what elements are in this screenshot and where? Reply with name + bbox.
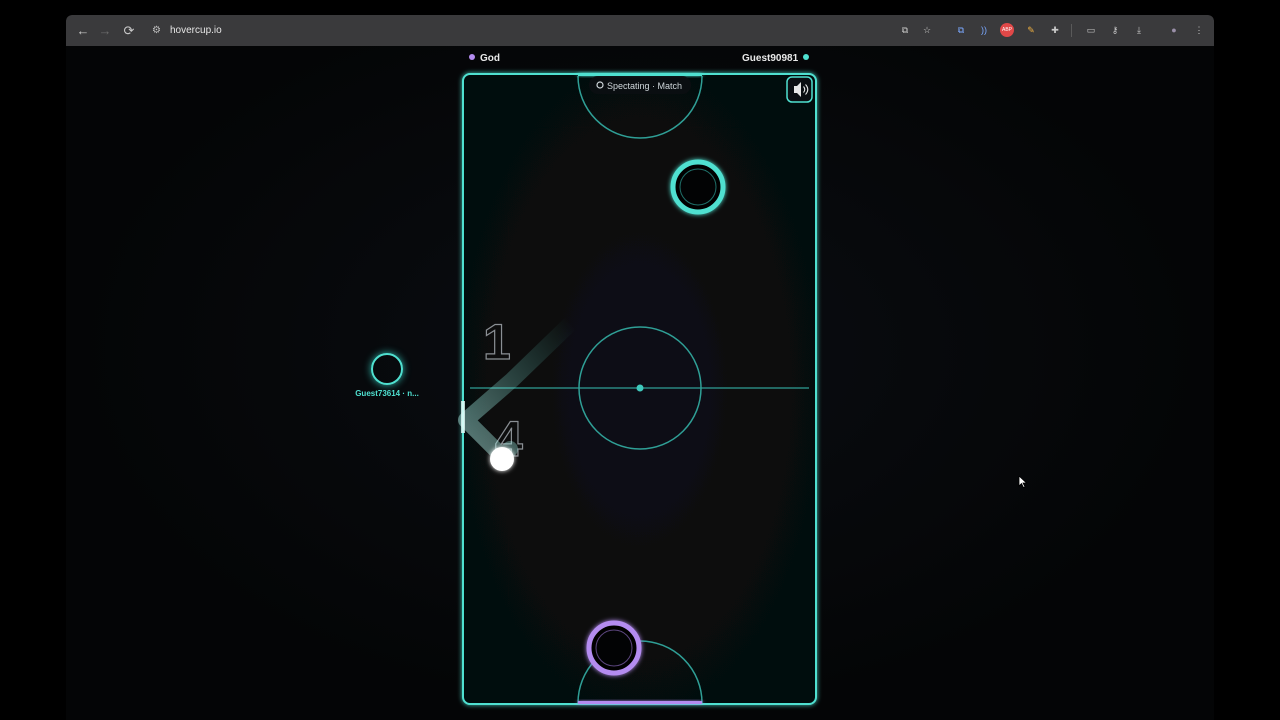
profile-avatar-icon[interactable]: ● bbox=[1167, 23, 1181, 37]
url-text: hovercup.io bbox=[170, 25, 222, 36]
download-icon[interactable]: ⤓ bbox=[1132, 23, 1146, 37]
install-app-icon[interactable]: ⧉ bbox=[898, 23, 912, 37]
top-goal bbox=[578, 73, 702, 76]
abp-extension-icon[interactable]: ABP bbox=[1000, 23, 1014, 37]
score-top-text: 1 bbox=[483, 314, 511, 370]
toolbar-divider bbox=[1071, 24, 1072, 37]
game-page: God Guest90981 Guest73614 · n... 1 4 Spe… bbox=[66, 46, 1214, 720]
spectating-label: Spectating · Match bbox=[607, 81, 682, 91]
address-bar[interactable]: ⚙ hovercup.io bbox=[148, 20, 918, 41]
spectating-badge: Spectating · Match bbox=[589, 76, 691, 94]
back-button[interactable]: ← bbox=[74, 22, 92, 40]
pen-extension-icon[interactable]: ✎ bbox=[1024, 23, 1038, 37]
center-dot bbox=[636, 384, 644, 392]
bookmark-star-icon[interactable]: ☆ bbox=[920, 23, 934, 37]
player-paddle-inner bbox=[595, 629, 633, 667]
reload-button[interactable]: ⟳ bbox=[120, 22, 138, 40]
rink-canvas[interactable]: 1 4 Spectating · Match bbox=[66, 46, 1214, 720]
sound-toggle-button[interactable] bbox=[786, 76, 813, 103]
audio-extension-icon[interactable]: )) bbox=[977, 23, 991, 37]
bottom-goal bbox=[578, 701, 702, 704]
browser-window: ← → ⟳ ⚙ hovercup.io ⧉ ☆ ⧉)) ABP ✎ ✚ ▭ ⚷ ⤓ ● ⋮ God … bbox=[66, 15, 1214, 720]
score-top: 1 bbox=[482, 313, 511, 370]
mouse-cursor-icon bbox=[1018, 476, 1028, 488]
site-settings-icon[interactable]: ⚙ bbox=[152, 20, 166, 41]
opponent-paddle-inner bbox=[679, 168, 717, 206]
translate-extension-icon[interactable]: ⧉ bbox=[954, 23, 968, 37]
puzzle-extension-icon[interactable]: ✚ bbox=[1048, 23, 1062, 37]
password-key-icon[interactable]: ⚷ bbox=[1108, 23, 1122, 37]
cast-icon[interactable]: ▭ bbox=[1084, 23, 1098, 37]
forward-button[interactable]: → bbox=[96, 22, 114, 40]
puck bbox=[490, 447, 514, 471]
browser-toolbar: ← → ⟳ ⚙ hovercup.io ⧉ ☆ ⧉)) ABP ✎ ✚ ▭ ⚷ ⤓ ● ⋮ bbox=[66, 15, 1214, 46]
wall-impact-flash bbox=[461, 401, 465, 433]
menu-kebab-icon[interactable]: ⋮ bbox=[1192, 23, 1206, 37]
